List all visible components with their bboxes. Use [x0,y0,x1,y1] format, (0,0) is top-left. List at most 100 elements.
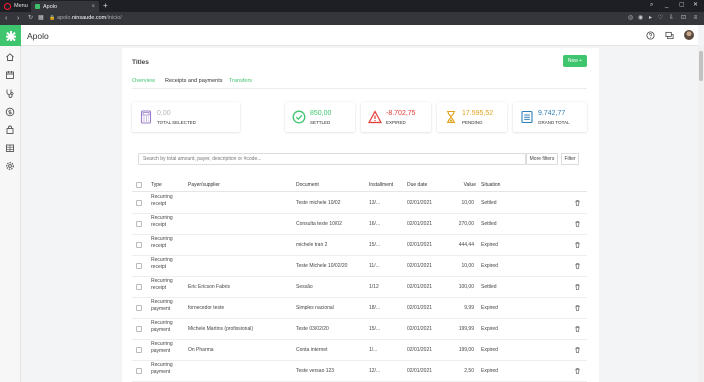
row-checkbox[interactable] [136,347,142,353]
cell-installment: 15/... [369,326,381,332]
page-title: Titles [132,59,149,66]
row-checkbox[interactable] [136,368,142,374]
new-tab-icon[interactable]: + [103,1,108,11]
help-icon[interactable] [646,31,655,40]
card-value: -8.702,75 [386,110,416,117]
more-filters-button[interactable]: More filters [526,153,558,165]
browser-search-icon[interactable]: ⌕ [650,1,653,10]
cell-value: 9,99 [464,305,474,311]
tab-receipts-and-payments[interactable]: Receipts and payments [165,76,222,86]
settings-icon[interactable] [5,161,15,171]
tab-transfers[interactable]: Transfers [229,76,252,86]
cell-due-date: 02/01/2021 [407,368,433,374]
trash-icon[interactable] [575,263,580,269]
cell-situation: Expired [481,242,498,248]
table-row[interactable]: Recurring receipt Eric Ericson Fabris Sess… [132,277,587,298]
card-expired: -8.702,75 EXPIRED [361,102,431,132]
filter-button[interactable]: Filter [561,153,579,165]
trash-icon[interactable] [575,200,580,206]
table-row[interactable]: Recurring payment Teste versao 123 12/... 0… [132,361,587,382]
calendar-icon[interactable] [5,70,15,80]
page-scrollbar[interactable] [698,46,704,382]
table-row[interactable]: Recurring payment On Pharma Conta internet… [132,340,587,361]
trash-icon[interactable] [575,347,580,353]
cell-due-date: 02/01/2021 [407,263,433,269]
table-row[interactable]: Recurring receipt michele tran 2 15/... 02/… [132,235,587,256]
browser-tab[interactable]: Apolo × [31,1,99,12]
row-checkbox[interactable] [136,263,142,269]
table-row[interactable]: Recurring payment fornecedor teste Simples… [132,298,587,319]
trash-icon[interactable] [575,326,580,332]
search-input[interactable] [138,153,526,165]
user-avatar[interactable] [684,30,694,40]
scrollbar-thumb[interactable] [699,51,703,81]
app-logo[interactable] [0,25,21,46]
table-row[interactable]: Recurring receipt Teste Michele 10/02/20 1… [132,256,587,277]
camera-icon[interactable]: ◎ [627,14,634,21]
trash-icon[interactable] [575,221,580,227]
stethoscope-icon[interactable] [5,88,15,98]
table-header: Type Payer/supplier Document Installment… [132,179,587,192]
cell-type: Recurring receipt [151,194,173,207]
table-row[interactable]: Recurring payment Michele Martins (profis… [132,319,587,340]
bag-icon[interactable] [5,125,15,135]
column-header-type: Type [151,182,162,188]
chat-icon[interactable] [665,31,674,40]
select-all-checkbox[interactable] [136,182,142,188]
shield-icon[interactable]: ◉ [637,14,644,21]
tabs-grid-icon[interactable]: ▦ [38,14,44,23]
cell-value: 199,00 [458,347,474,353]
browser-menu-button[interactable]: Menu [4,2,28,10]
close-tab-icon[interactable]: × [91,4,95,10]
column-header-document: Document [296,182,319,188]
tab-overview[interactable]: Overview [132,76,155,86]
column-header-situation: Situation [481,182,501,188]
calculator-icon [140,110,152,124]
app-header: Apolo [21,25,698,46]
finance-icon[interactable] [5,107,15,117]
heart-icon[interactable]: ♡ [657,14,664,21]
download-icon[interactable]: ⇩ [668,14,675,21]
trash-icon[interactable] [575,242,580,248]
minimize-icon[interactable]: _ [665,1,668,10]
table-row[interactable]: Recurring receipt Teste michele 10/02 13/.… [132,193,587,214]
new-button[interactable]: New + [563,55,587,67]
cell-payer: fornecedor teste [188,305,225,311]
row-checkbox[interactable] [136,326,142,332]
row-checkbox[interactable] [136,200,142,206]
tabs-divider [132,88,587,89]
home-icon[interactable] [5,52,15,62]
logo-icon [5,30,16,41]
table-row[interactable]: Recurring receipt Consulta teste 10/02 16/… [132,214,587,235]
back-icon[interactable]: ‹ [5,14,7,23]
forward-icon[interactable]: › [17,14,19,23]
cell-type: Recurring payment [151,320,173,333]
more-menu-icon[interactable]: ≡ [692,14,699,21]
cell-due-date: 02/01/2021 [407,347,433,353]
trash-icon[interactable] [575,305,580,311]
cell-payer: On Pharma [188,347,214,353]
row-checkbox[interactable] [136,221,142,227]
close-window-icon[interactable]: ✕ [693,1,698,10]
trash-icon[interactable] [575,284,580,290]
row-checkbox[interactable] [136,305,142,311]
maximize-icon[interactable]: ▢ [679,1,685,10]
cell-due-date: 02/01/2021 [407,305,433,311]
cell-type: Recurring payment [151,299,173,312]
row-checkbox[interactable] [136,284,142,290]
row-checkbox[interactable] [136,242,142,248]
cell-situation: Expired [481,305,498,311]
url-field[interactable]: apolo.ninsaude.com/inicio/ [57,14,122,23]
table-icon[interactable] [5,143,15,153]
vpn-icon[interactable]: ▸ [647,14,654,21]
trash-icon[interactable] [575,368,580,374]
card-settled: 850,00 SETTLED [285,102,355,132]
cell-situation: Settled [481,200,497,206]
cell-situation: Settled [481,284,497,290]
cell-installment: 13/... [369,200,381,206]
cell-type: Recurring payment [151,341,173,354]
cell-value: 10,00 [461,263,474,269]
reload-icon[interactable]: ↻ [28,14,33,23]
address-bar: ‹ › ↻ ▦ 🔒 apolo.ninsaude.com/inicio/ ◎ ◉… [0,12,704,25]
extensions-icon[interactable]: ⊡ [680,14,687,21]
